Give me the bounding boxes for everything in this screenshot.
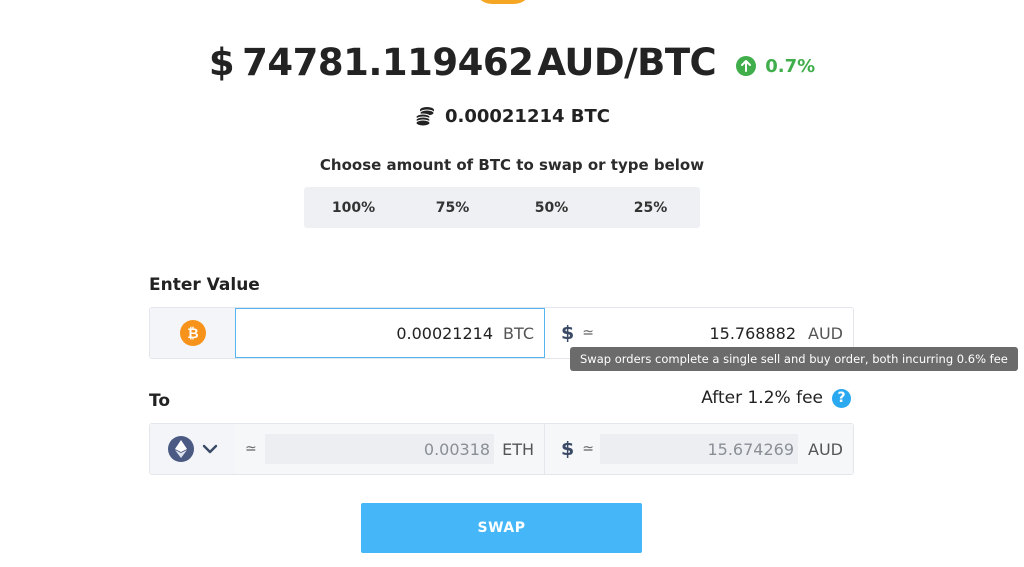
approx-sign: ≃: [245, 441, 257, 457]
fiat-amount-value: 15.768882: [709, 323, 797, 343]
price-display: $74781.119462 AUD/BTC: [208, 40, 717, 84]
amount-picker-label: Choose amount of BTC to swap or type bel…: [319, 156, 705, 174]
help-icon[interactable]: ?: [832, 388, 851, 408]
fee-label: After 1.2% fee: [701, 388, 823, 408]
price-change: 0.7%: [736, 56, 815, 77]
to-fiat-unit: AUD: [808, 439, 843, 459]
currency-symbol: $: [208, 40, 235, 84]
dollar-icon: $: [561, 322, 575, 344]
svg-text:₿: ₿: [187, 326, 198, 341]
crypto-unit: BTC: [503, 323, 534, 343]
to-coin-selector[interactable]: [150, 424, 236, 474]
to-fiat-field: $ ≃ 15.674269 AUD: [545, 424, 853, 474]
approx-sign: ≃: [582, 441, 594, 457]
bitcoin-icon: ₿: [179, 320, 206, 346]
to-crypto-field: ≃ 0.00318 ETH: [235, 424, 545, 474]
fee-info: After 1.2% fee ?: [701, 388, 851, 408]
ethereum-icon: [167, 436, 194, 462]
crypto-amount-input[interactable]: 0.00021214 BTC: [235, 308, 545, 358]
enter-value-label: Enter Value: [149, 275, 260, 295]
from-coin-cell: ₿: [150, 308, 236, 358]
percent-button-75[interactable]: 75%: [403, 187, 502, 228]
percent-button-25[interactable]: 25%: [601, 187, 700, 228]
arrow-up-icon: [736, 56, 757, 76]
fiat-unit: AUD: [808, 323, 843, 343]
amount-picker: 100% 75% 50% 25%: [304, 187, 700, 228]
coins-icon: [414, 105, 436, 127]
to-label: To: [149, 391, 171, 411]
swap-button[interactable]: SWAP: [361, 503, 642, 553]
price-change-value: 0.7%: [765, 55, 816, 77]
price-pair: AUD/BTC: [537, 40, 717, 84]
coin-logo-partial: [474, 0, 532, 4]
to-crypto-unit: ETH: [502, 439, 534, 459]
price-header: $74781.119462 AUD/BTC 0.7%: [0, 38, 1024, 86]
fee-tooltip: Swap orders complete a single sell and b…: [570, 347, 1018, 371]
to-crypto-value: 0.00318: [264, 434, 495, 464]
percent-button-50[interactable]: 50%: [502, 187, 601, 228]
crypto-amount-value: 0.00021214: [396, 323, 494, 343]
to-row: ≃ 0.00318 ETH $ ≃ 15.674269 AUD: [149, 423, 854, 475]
approx-sign: ≃: [582, 325, 594, 341]
dollar-icon: $: [561, 438, 575, 460]
balance-display: 0.00021214 BTC: [0, 102, 1024, 130]
chevron-down-icon[interactable]: [202, 444, 218, 454]
percent-button-100[interactable]: 100%: [304, 187, 403, 228]
balance-amount: 0.00021214 BTC: [444, 105, 611, 127]
to-fiat-value: 15.674269: [599, 434, 799, 464]
price-value: 74781.119462: [242, 40, 534, 84]
